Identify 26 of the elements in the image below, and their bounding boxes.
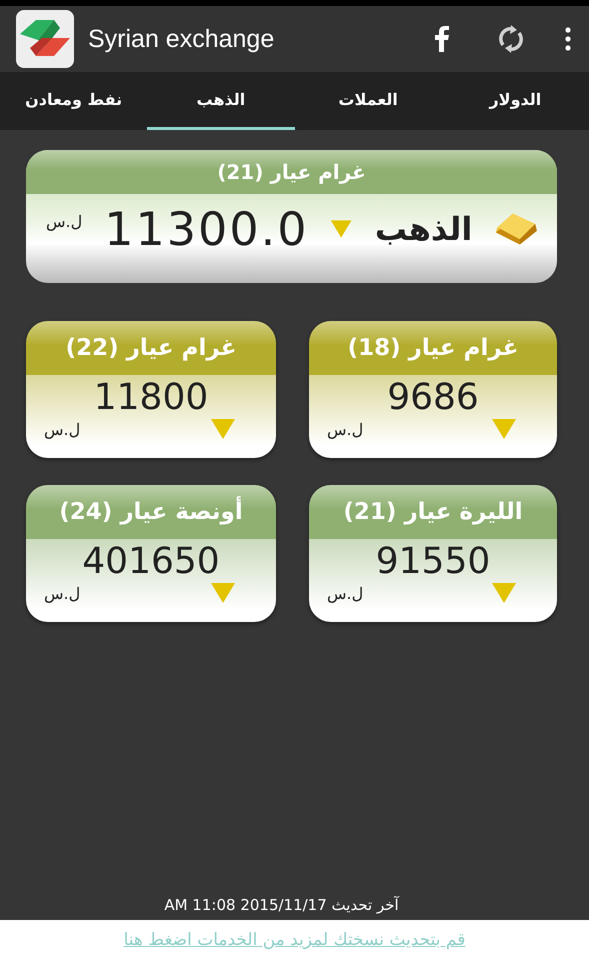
tab[interactable]: نفط ومعادن	[0, 72, 148, 130]
price-value: 11300.0	[104, 202, 308, 256]
tab[interactable]: الذهب	[147, 72, 294, 130]
metal-name: الذهب	[374, 210, 472, 248]
card-header: غرام عيار (18)	[309, 321, 557, 375]
currency-label: ل.س	[46, 212, 82, 231]
tab[interactable]: الدولار	[442, 72, 589, 130]
card-header: الليرة عيار (21)	[309, 485, 557, 539]
card-header: أونصة عيار (24)	[26, 485, 276, 539]
price-value: 9686	[386, 377, 480, 418]
overflow-menu-icon[interactable]	[565, 27, 571, 51]
price-value: 401650	[81, 541, 221, 582]
app-logo-icon	[16, 10, 74, 68]
last-update-text: آخر تحديث 2015/11/17 11:08 AM	[163, 896, 400, 914]
currency-label: ل.س	[327, 584, 364, 602]
refresh-icon[interactable]	[497, 25, 525, 53]
price-value: 91550	[374, 541, 492, 582]
card-header: غرام عيار (21)	[26, 150, 557, 194]
facebook-icon[interactable]	[435, 26, 449, 52]
price-value: 11800	[92, 377, 210, 418]
card-header: غرام عيار (22)	[26, 321, 276, 375]
currency-label: ل.س	[44, 420, 80, 438]
currency-label: ل.س	[44, 584, 80, 602]
currency-label: ل.س	[327, 420, 364, 438]
tab[interactable]: العملات	[294, 72, 442, 130]
app-title: Syrian exchange	[88, 24, 274, 54]
